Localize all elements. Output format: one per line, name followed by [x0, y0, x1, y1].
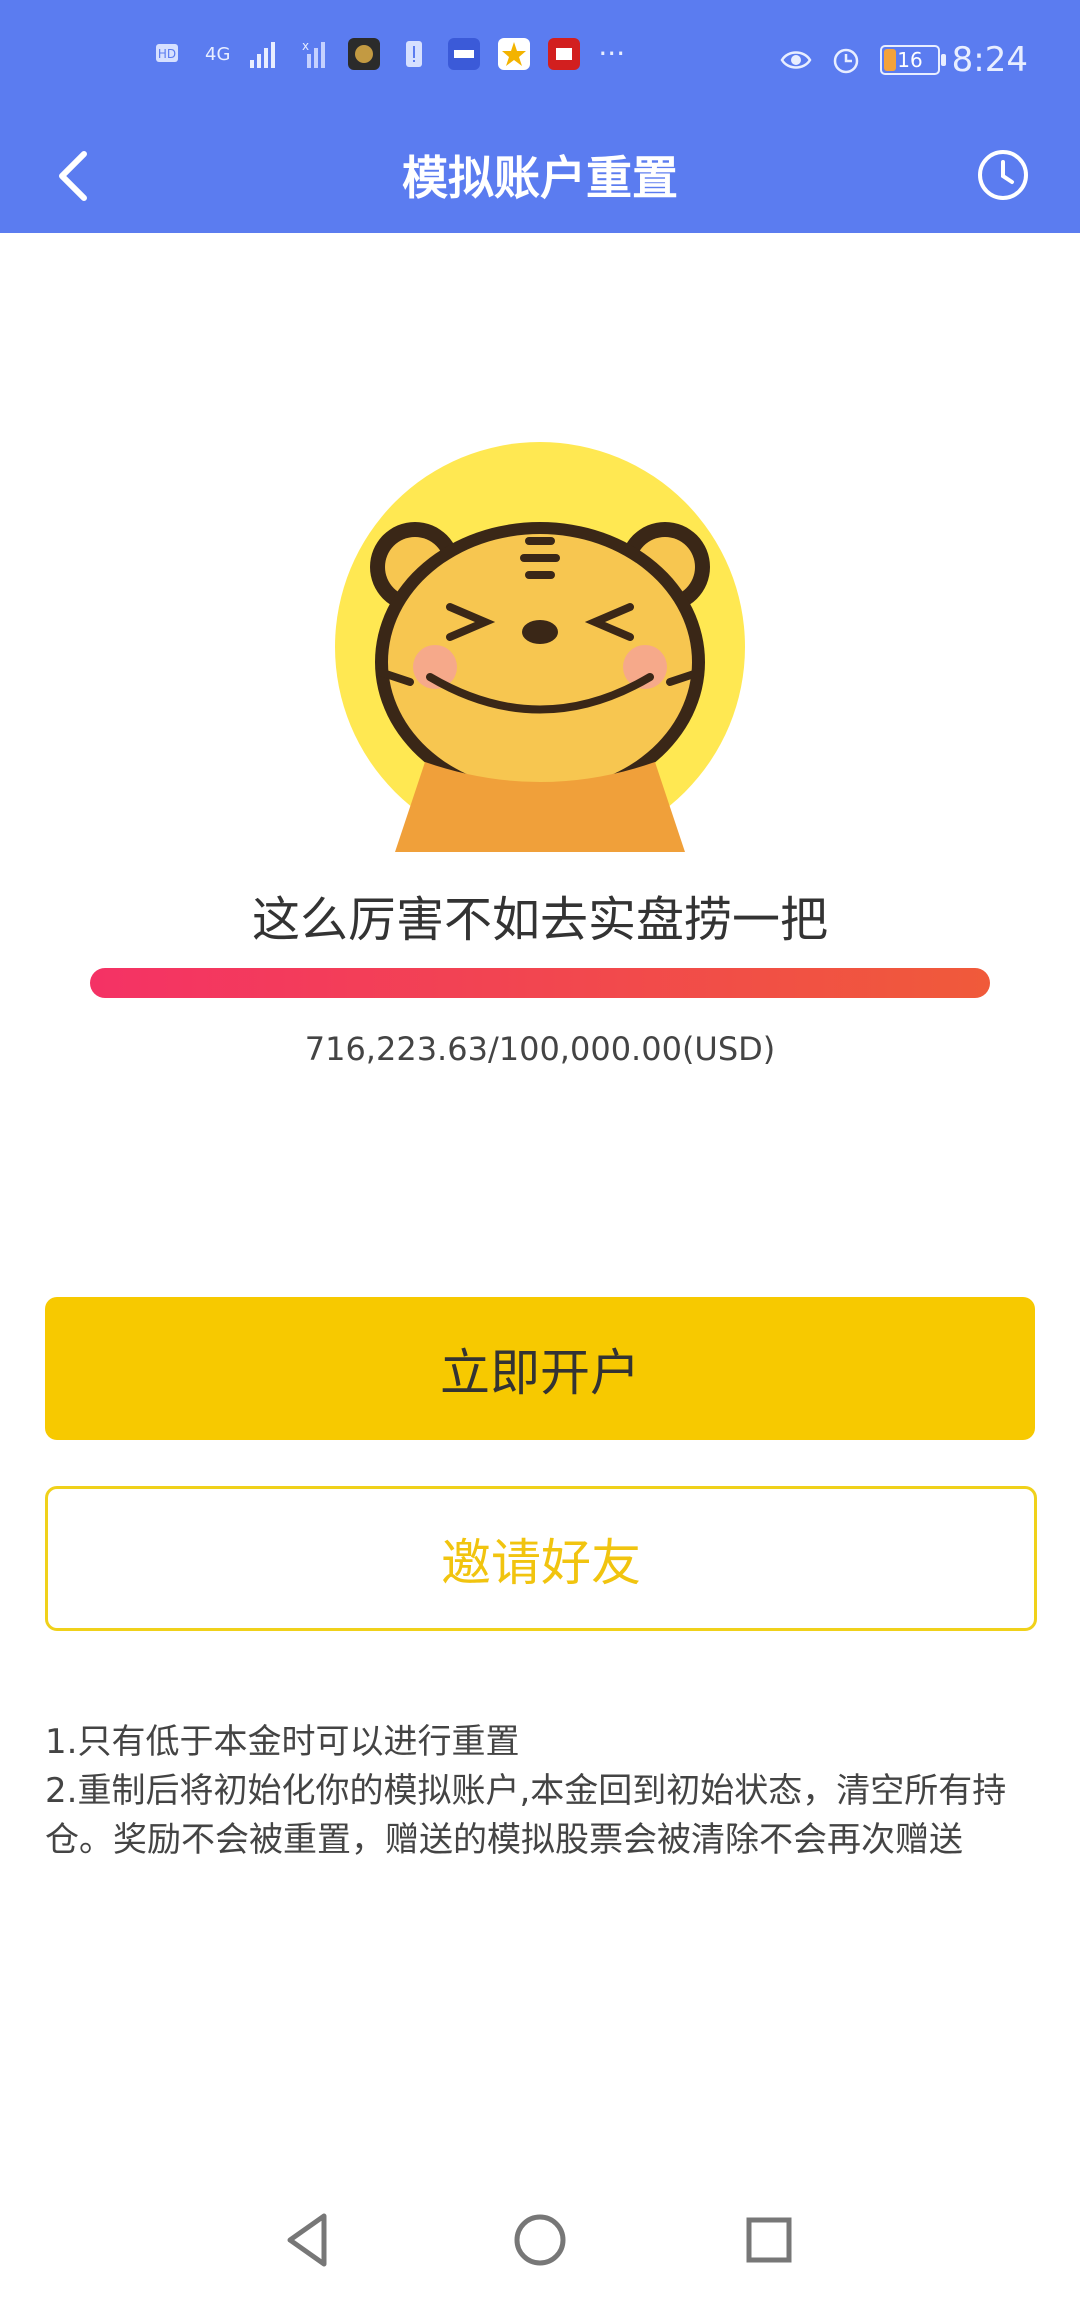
tiger-mascot-image [335, 442, 745, 852]
header-bar: HD 4G x ··· 16 8:24 模拟账户重置 [0, 0, 1080, 233]
more-icon: ··· [598, 37, 626, 70]
system-nav-bar [0, 2180, 1080, 2310]
alarm-icon [833, 48, 859, 74]
triangle-back-icon [287, 2213, 327, 2267]
hd-icon: HD [156, 44, 178, 62]
nav-back-button[interactable] [270, 2200, 350, 2280]
svg-text:HD: HD [158, 47, 176, 61]
status-right-icons: 16 [780, 44, 946, 76]
status-left-icons: HD 4G x ··· [155, 38, 625, 70]
app-icon-1 [348, 38, 381, 70]
circle-home-icon [514, 2214, 566, 2266]
nav-recents-button[interactable] [729, 2200, 809, 2280]
app-icon-star [498, 38, 531, 70]
battery-icon: 16 [880, 45, 946, 75]
signal-icon [250, 42, 276, 68]
clock-icon [978, 150, 1028, 200]
app-bar: 模拟账户重置 [0, 120, 1080, 233]
note-line-1: 1.只有低于本金时可以进行重置 [45, 1722, 520, 1762]
rules-notes: 1.只有低于本金时可以进行重置 2.重制后将初始化你的模拟账户,本金回到初始状态… [45, 1718, 1035, 1865]
slogan-text: 这么厉害不如去实盘捞一把 [251, 892, 828, 948]
network-label: 4G [205, 43, 231, 65]
history-button[interactable] [968, 140, 1038, 210]
status-bar: HD 4G x ··· 16 8:24 [0, 0, 1080, 120]
nav-home-button[interactable] [500, 2200, 580, 2280]
battery-level: 16 [897, 48, 923, 72]
progress-bar [90, 968, 990, 998]
amount-ratio: 716,223.63/100,000.00(USD) [304, 1030, 776, 1068]
signal-off-icon: x [302, 39, 326, 68]
alert-icon [406, 41, 423, 67]
square-recents-icon [746, 2217, 792, 2263]
app-icon-qianzhan [448, 38, 481, 70]
status-time: 8:24 [951, 40, 1028, 80]
invite-friends-button[interactable]: 邀请好友 [45, 1486, 1037, 1631]
app-icon-wangyi [548, 38, 581, 70]
note-line-2: 2.重制后将初始化你的模拟账户,本金回到初始状态，清空所有持仓。奖励不会被重置，… [45, 1771, 1007, 1860]
eye-icon [780, 51, 812, 69]
page-title: 模拟账户重置 [402, 151, 678, 205]
open-account-button[interactable]: 立即开户 [45, 1297, 1035, 1440]
svg-text:x: x [302, 39, 309, 53]
